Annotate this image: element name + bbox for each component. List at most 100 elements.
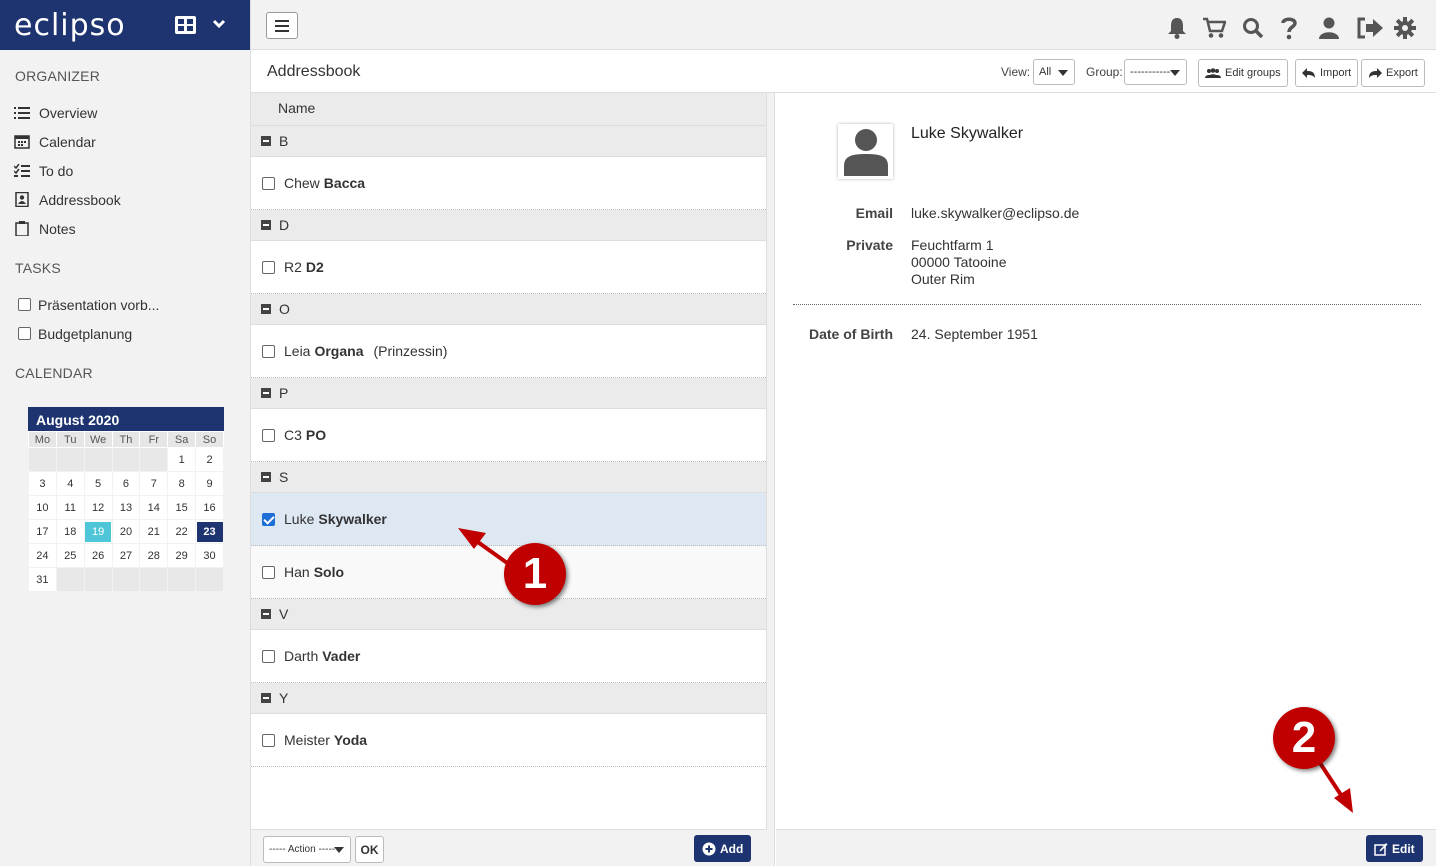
collapse-icon[interactable]: [261, 609, 271, 619]
calendar-day[interactable]: 7: [139, 471, 169, 496]
calendar-day[interactable]: 15: [167, 495, 197, 520]
cart-icon[interactable]: [1202, 17, 1226, 39]
bell-icon[interactable]: [1167, 17, 1187, 39]
contact-row[interactable]: Darth Vader: [251, 630, 766, 683]
task-item[interactable]: Budgetplanung: [0, 319, 250, 348]
group-header-p[interactable]: P: [251, 378, 766, 409]
ok-button[interactable]: OK: [355, 836, 384, 863]
group-select[interactable]: -----------: [1124, 59, 1187, 85]
task-checkbox[interactable]: [18, 298, 31, 311]
contact-row[interactable]: R2 D2: [251, 241, 766, 294]
calendar-day[interactable]: 9: [195, 471, 224, 496]
task-item[interactable]: Präsentation vorb...: [0, 290, 250, 319]
contact-checkbox[interactable]: [262, 344, 275, 358]
nav-overview[interactable]: Overview: [0, 98, 250, 127]
calendar-day[interactable]: 17: [28, 519, 57, 544]
calendar-title: CALENDAR: [15, 365, 93, 381]
calendar-day[interactable]: 21: [139, 519, 169, 544]
calendar-day[interactable]: 8: [167, 471, 197, 496]
collapse-icon[interactable]: [261, 220, 271, 230]
edit-groups-button[interactable]: Edit groups: [1198, 59, 1288, 87]
eclipso-logo[interactable]: eclipso: [14, 8, 126, 43]
nav-calendar[interactable]: Calendar: [0, 127, 250, 156]
contact-checkbox[interactable]: [262, 649, 275, 663]
view-select[interactable]: All: [1033, 59, 1075, 85]
email-value[interactable]: luke.skywalker@eclipso.de: [911, 205, 1079, 222]
collapse-icon[interactable]: [261, 304, 271, 314]
calendar-day[interactable]: 18: [55, 519, 85, 544]
nav-addressbook[interactable]: Addressbook: [0, 185, 250, 214]
collapse-icon[interactable]: [261, 388, 271, 398]
contact-checkbox[interactable]: [262, 176, 275, 190]
contact-row[interactable]: C3 PO: [251, 409, 766, 462]
calendar-empty-cell: [111, 567, 141, 592]
settings-icon[interactable]: [1394, 17, 1416, 39]
calendar-day[interactable]: 10: [28, 495, 57, 520]
calendar-day[interactable]: 28: [139, 543, 169, 568]
contact-list: Name B Chew Bacca D R2 D2 O Leia Organa (Prinzess…: [251, 93, 767, 829]
group-header-s[interactable]: S: [251, 462, 766, 493]
calendar-day[interactable]: 25: [55, 543, 85, 568]
calendar-day[interactable]: 3: [28, 471, 57, 496]
calendar-day[interactable]: 23: [195, 519, 224, 544]
calendar-day[interactable]: 29: [167, 543, 197, 568]
contact-row[interactable]: Meister Yoda: [251, 714, 766, 767]
contact-checkbox[interactable]: [262, 565, 275, 579]
calendar-day[interactable]: 22: [167, 519, 197, 544]
nav-todo[interactable]: To do: [0, 156, 250, 185]
chevron-down-icon[interactable]: [212, 19, 226, 29]
contact-checkbox[interactable]: [262, 733, 275, 747]
menu-toggle-button[interactable]: [266, 12, 298, 39]
group-header-o[interactable]: O: [251, 294, 766, 325]
name-column-header[interactable]: Name: [251, 93, 766, 126]
add-contact-button[interactable]: Add: [694, 835, 752, 862]
calendar-day[interactable]: 5: [83, 471, 113, 496]
app-grid-icon[interactable]: [175, 16, 196, 34]
contact-row[interactable]: Leia Organa (Prinzessin): [251, 325, 766, 378]
calendar-day[interactable]: 20: [111, 519, 141, 544]
calendar-day-number: 16: [203, 501, 216, 514]
group-header-b[interactable]: B: [251, 126, 766, 157]
collapse-icon[interactable]: [261, 136, 271, 146]
collapse-icon[interactable]: [261, 693, 271, 703]
collapse-icon[interactable]: [261, 472, 271, 482]
contact-last-name: Vader: [322, 648, 361, 664]
logout-icon[interactable]: [1356, 17, 1384, 39]
contact-checkbox[interactable]: [262, 512, 275, 526]
panel-splitter[interactable]: [767, 93, 775, 866]
calendar-day[interactable]: 4: [55, 471, 85, 496]
export-button[interactable]: Export: [1361, 59, 1425, 87]
calendar-day[interactable]: 24: [28, 543, 57, 568]
calendar-month[interactable]: August 2020: [28, 407, 224, 431]
group-header-v[interactable]: V: [251, 599, 766, 630]
calendar-day[interactable]: 27: [111, 543, 141, 568]
calendar-day[interactable]: 6: [111, 471, 141, 496]
calendar-day-number: 11: [64, 501, 76, 514]
user-icon[interactable]: [1318, 17, 1340, 39]
edit-contact-button[interactable]: Edit: [1366, 835, 1423, 862]
calendar-day[interactable]: 31: [28, 567, 57, 592]
calendar-day[interactable]: 11: [55, 495, 85, 520]
contact-row[interactable]: Chew Bacca: [251, 157, 766, 210]
calendar-day[interactable]: 26: [83, 543, 113, 568]
help-icon[interactable]: [1281, 17, 1297, 40]
calendar-day[interactable]: 13: [111, 495, 141, 520]
contact-checkbox[interactable]: [262, 428, 275, 442]
group-header-y[interactable]: Y: [251, 683, 766, 714]
nav-notes[interactable]: Notes: [0, 214, 250, 243]
calendar-day[interactable]: 16: [195, 495, 224, 520]
calendar-day[interactable]: 1: [167, 447, 197, 472]
calendar-day[interactable]: 30: [195, 543, 224, 568]
import-button[interactable]: Import: [1295, 59, 1359, 87]
calendar-day[interactable]: 2: [195, 447, 224, 472]
calendar-day[interactable]: 19: [83, 519, 113, 544]
calendar-day[interactable]: 14: [139, 495, 169, 520]
contact-row[interactable]: Luke Skywalker: [251, 493, 766, 546]
action-select[interactable]: ----- Action -----: [263, 836, 351, 863]
search-icon[interactable]: [1242, 17, 1264, 39]
group-header-d[interactable]: D: [251, 210, 766, 241]
task-checkbox[interactable]: [18, 327, 31, 340]
contact-checkbox[interactable]: [262, 260, 275, 274]
calendar-day-number: 2: [206, 453, 213, 466]
calendar-day[interactable]: 12: [83, 495, 113, 520]
